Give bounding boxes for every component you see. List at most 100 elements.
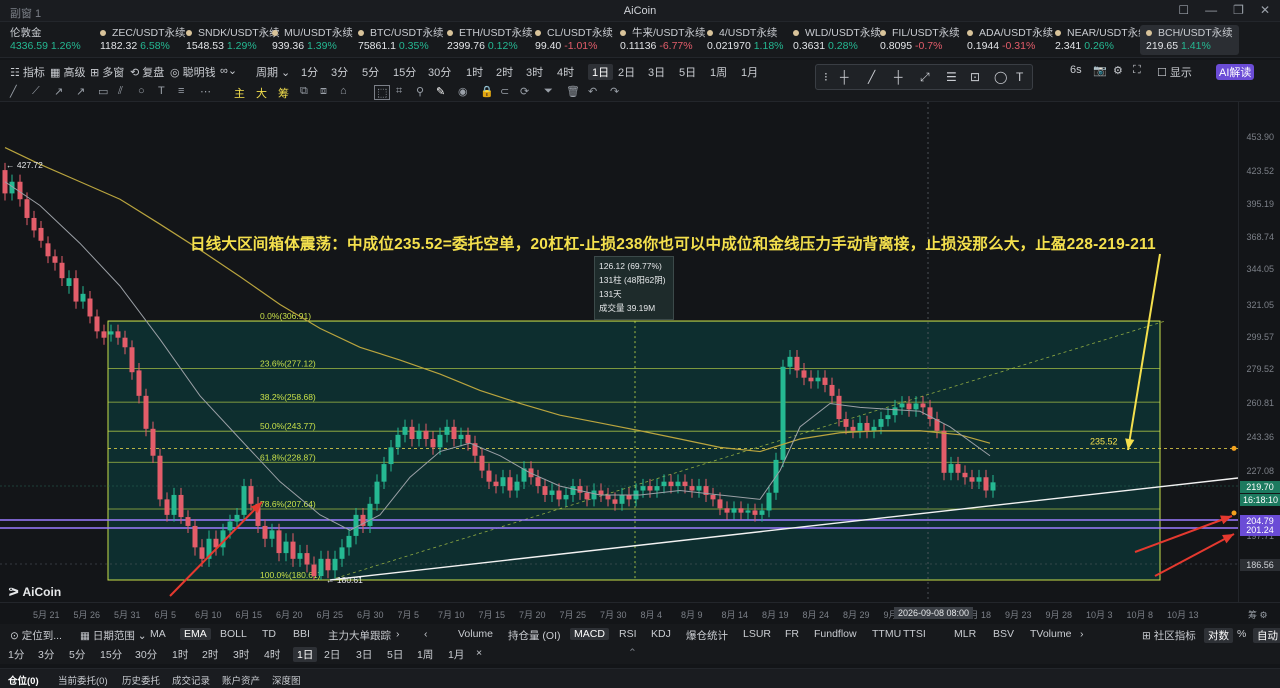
- eraser-icon[interactable]: ✎: [436, 85, 445, 98]
- channel-tool-icon[interactable]: ⊡: [970, 70, 980, 84]
- ticker-item[interactable]: BCH/USDT永续 219.65 1.41%: [1140, 25, 1239, 55]
- main-indicator-option[interactable]: MA: [150, 628, 166, 640]
- period-option-bottom[interactable]: 15分: [100, 647, 122, 662]
- sub-indicator-option[interactable]: BSV: [993, 628, 1014, 640]
- sub-indicator-option[interactable]: TTSI: [903, 628, 926, 640]
- restore-icon[interactable]: ❐: [1233, 3, 1244, 17]
- arrow2-tool-icon[interactable]: ↗: [76, 85, 85, 98]
- link-icon[interactable]: ⌂: [340, 85, 347, 97]
- magnet-icon[interactable]: ⊂: [500, 85, 509, 98]
- period-option[interactable]: 3日: [648, 64, 665, 80]
- hline-tool-icon[interactable]: ┼: [840, 70, 849, 84]
- period-option[interactable]: 5日: [679, 64, 696, 80]
- ellipse-tool-icon[interactable]: ○: [138, 85, 145, 97]
- undo-icon[interactable]: ↶: [588, 85, 597, 98]
- rect-tool-icon[interactable]: ▭: [98, 85, 108, 98]
- period-option-bottom[interactable]: 30分: [135, 647, 157, 662]
- period-option-bottom[interactable]: 1时: [172, 647, 188, 662]
- minimize-icon[interactable]: —: [1205, 3, 1217, 17]
- bottom-tab[interactable]: 历史委托: [122, 673, 160, 687]
- period-option[interactable]: 1时: [466, 64, 483, 80]
- sub-indicator-option[interactable]: TTMU: [872, 628, 901, 640]
- ai-interpret-button[interactable]: AI解读: [1216, 64, 1255, 80]
- bottom-tab[interactable]: 当前委托(0): [58, 673, 108, 687]
- percent-button[interactable]: %: [1237, 628, 1246, 640]
- layers-icon[interactable]: ⧈: [320, 85, 327, 98]
- sub-indicator-option[interactable]: FR: [785, 628, 799, 640]
- indicator-button[interactable]: ☷ 指标: [10, 64, 45, 80]
- text-panel-icon[interactable]: T: [1016, 70, 1023, 84]
- ticker-item[interactable]: CL/USDT永续 99.40 -1.01%: [535, 27, 613, 53]
- period-option-bottom[interactable]: 5分: [69, 647, 85, 662]
- period-option[interactable]: 2日: [618, 64, 635, 80]
- main-indicator-option[interactable]: BOLL: [220, 628, 247, 640]
- main-indicator-option[interactable]: BBI: [293, 628, 310, 640]
- period-option-bottom[interactable]: 3分: [38, 647, 54, 662]
- ticker-item[interactable]: MU/USDT永续 939.36 1.39%: [272, 27, 353, 53]
- period-option-bottom[interactable]: 5日: [387, 647, 403, 662]
- period-option-bottom[interactable]: 1月: [448, 647, 464, 662]
- smart-money-button[interactable]: ◎ 聪明钱: [170, 64, 216, 80]
- circle-tool-icon[interactable]: ◯: [994, 70, 1007, 84]
- period-option[interactable]: 1分: [301, 64, 318, 80]
- close-period-icon[interactable]: ×: [476, 647, 482, 659]
- ticker-item[interactable]: 4/USDT永续 0.021970 1.18%: [707, 27, 784, 53]
- more-tools-icon[interactable]: ⋯: [200, 85, 211, 98]
- lock-icon[interactable]: 🔒: [480, 85, 494, 98]
- sub-indicator-option[interactable]: RSI: [619, 628, 637, 640]
- line-tool-icon[interactable]: ╱: [10, 85, 17, 98]
- cursor-icon[interactable]: ⬚: [374, 85, 391, 100]
- panel-collapse-icon[interactable]: ⌃: [628, 647, 637, 659]
- period-option[interactable]: 3时: [526, 64, 543, 80]
- period-option[interactable]: 5分: [362, 64, 379, 80]
- sub-more-icon[interactable]: ›: [1080, 628, 1084, 640]
- candlestick-chart[interactable]: 0.0%(306.91) 23.6%(277.12) 38.2%(258.68) 50…: [0, 102, 1239, 602]
- zoom-icon[interactable]: ⚲: [416, 85, 424, 98]
- period-option-bottom[interactable]: 1分: [8, 647, 24, 662]
- chip-color-button[interactable]: 筹: [278, 85, 289, 101]
- period-option-bottom[interactable]: 1日: [293, 647, 318, 662]
- sub-indicator-option[interactable]: MLR: [954, 628, 976, 640]
- sub-indicator-option[interactable]: TVolume: [1030, 628, 1071, 640]
- fullscreen-icon[interactable]: ⛶: [1133, 64, 1141, 77]
- sub-indicator-option[interactable]: LSUR: [743, 628, 771, 640]
- big-color-button[interactable]: 大: [256, 85, 267, 101]
- log-scale-button[interactable]: 对数: [1204, 628, 1233, 643]
- horizontal-line-icon[interactable]: ⁝: [824, 70, 828, 84]
- close-icon[interactable]: ✕: [1260, 3, 1270, 17]
- eye-icon[interactable]: ◉: [458, 85, 468, 98]
- ruler-icon[interactable]: ⌗: [396, 85, 402, 98]
- sub-indicator-option[interactable]: KDJ: [651, 628, 671, 640]
- sync-icon[interactable]: ⟳: [520, 85, 529, 98]
- ticker-item[interactable]: SNDK/USDT永续 1548.53 1.29%: [186, 27, 280, 53]
- arrow-tool-icon[interactable]: ↗: [54, 85, 63, 98]
- ma-more-icon[interactable]: ›: [396, 628, 400, 640]
- period-option-bottom[interactable]: 4时: [264, 647, 280, 662]
- ticker-item[interactable]: NEAR/USDT永续 2.341 0.26%: [1055, 27, 1149, 53]
- time-axis[interactable]: 5月 21 5月 26 5月 31 6月 5 6月 10 6月 15 6月 20 6月 25 6…: [0, 602, 1280, 622]
- bottom-tab[interactable]: 深度图: [272, 673, 301, 687]
- period-option-bottom[interactable]: 1周: [417, 647, 433, 662]
- main-indicator-option[interactable]: EMA: [180, 628, 211, 640]
- period-option-bottom[interactable]: 2日: [324, 647, 340, 662]
- sub-indicator-option[interactable]: Fundflow: [814, 628, 857, 640]
- redo-icon[interactable]: ↷: [610, 85, 619, 98]
- more-icon[interactable]: ∞⌄: [220, 64, 237, 77]
- text-tool-icon[interactable]: T: [158, 85, 165, 97]
- main-color-button[interactable]: 主: [234, 85, 245, 101]
- diagonal-tool-icon[interactable]: ⤢: [920, 70, 930, 85]
- period-option[interactable]: 2时: [496, 64, 513, 80]
- axis-settings-icon[interactable]: 筹 ⚙: [1248, 608, 1268, 621]
- period-option[interactable]: 30分: [428, 64, 451, 80]
- camera-icon[interactable]: 📷: [1093, 64, 1107, 77]
- period-option[interactable]: 15分: [393, 64, 416, 80]
- ticker-item[interactable]: ADA/USDT永续 0.1944 -0.31%: [967, 27, 1053, 53]
- period-option[interactable]: 4时: [557, 64, 574, 80]
- bottom-tab[interactable]: 仓位(0): [8, 673, 39, 687]
- locate-button[interactable]: ⊙ 定位到...: [10, 628, 62, 643]
- sub-indicator-option[interactable]: 爆仓统计: [686, 628, 728, 643]
- display-button[interactable]: ☐ 显示: [1157, 64, 1192, 80]
- bottom-tab[interactable]: 账户资产: [222, 673, 260, 687]
- multiwindow-button[interactable]: ⊞ 多窗: [90, 64, 124, 80]
- ticker-item[interactable]: BTC/USDT永续 75861.1 0.35%: [358, 27, 444, 53]
